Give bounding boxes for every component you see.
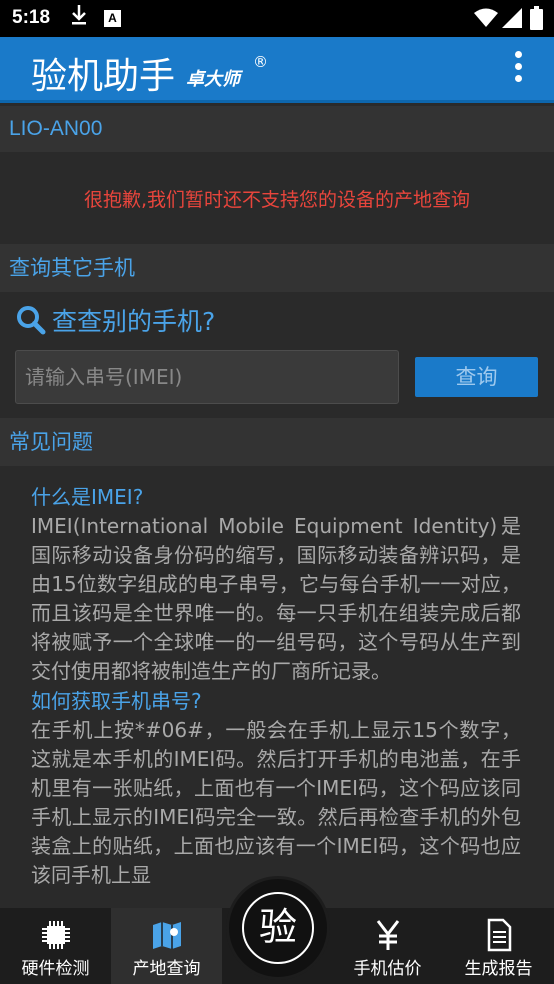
faq-answer: 在手机上按*#06#，一般会在手机上显示15个数字，这就是本手机的IMEI码。然… [31,718,521,887]
query-title: 查查别的手机? [16,302,215,341]
app-title: 验机助手 [31,56,176,97]
report-icon [443,918,554,952]
search-icon [16,305,46,341]
imei-input[interactable]: 请输入串号(IMEI) [15,350,399,404]
nav-label: 硬件检测 [21,959,90,979]
message-area: 很抱歉,我们暂时还不支持您的设备的产地查询 [0,152,554,244]
status-time: 5:18 [12,7,51,28]
app-bar: 验机助手 卓大师 ® [0,37,554,103]
nav-hardware-check[interactable]: 硬件检测 [0,908,111,984]
nav-origin-query[interactable]: 产地查询 [111,908,222,984]
wifi-icon [474,8,498,32]
faq-question: 什么是IMEI? [31,485,144,509]
faq-question: 如何获取手机串号? [31,689,202,713]
nav-generate-report[interactable]: 生成报告 [443,908,554,984]
inspect-center-button[interactable]: 验 [226,876,330,980]
center-button-label: 验 [242,892,314,964]
unsupported-message: 很抱歉,我们暂时还不支持您的设备的产地查询 [83,189,471,211]
device-model: LIO-AN00 [0,106,554,152]
query-title-text: 查查别的手机? [52,307,216,336]
download-icon [70,4,88,31]
registered-mark: ® [253,53,268,71]
query-button[interactable]: 查询 [415,357,538,397]
nav-price-estimate[interactable]: 手机估价 [332,908,443,984]
faq-answer: IMEI(International Mobile Equipment Iden… [31,514,521,683]
overflow-menu-icon[interactable] [510,51,526,91]
a-notification-icon: A [104,10,121,27]
signal-icon [502,8,522,32]
faq-section-title: 常见问题 [0,418,554,466]
app-subtitle: 卓大师 [186,69,240,90]
nav-label: 产地查询 [132,959,201,979]
nav-label: 手机估价 [353,959,422,979]
map-icon [111,918,222,952]
yen-icon [332,918,443,952]
status-bar: 5:18 A [0,0,554,37]
other-phone-section-title: 查询其它手机 [0,244,554,292]
nav-label: 生成报告 [464,959,533,979]
battery-icon [530,6,543,30]
chip-icon [0,918,111,952]
faq-list: 什么是IMEI? IMEI(International Mobile Equip… [31,482,521,890]
